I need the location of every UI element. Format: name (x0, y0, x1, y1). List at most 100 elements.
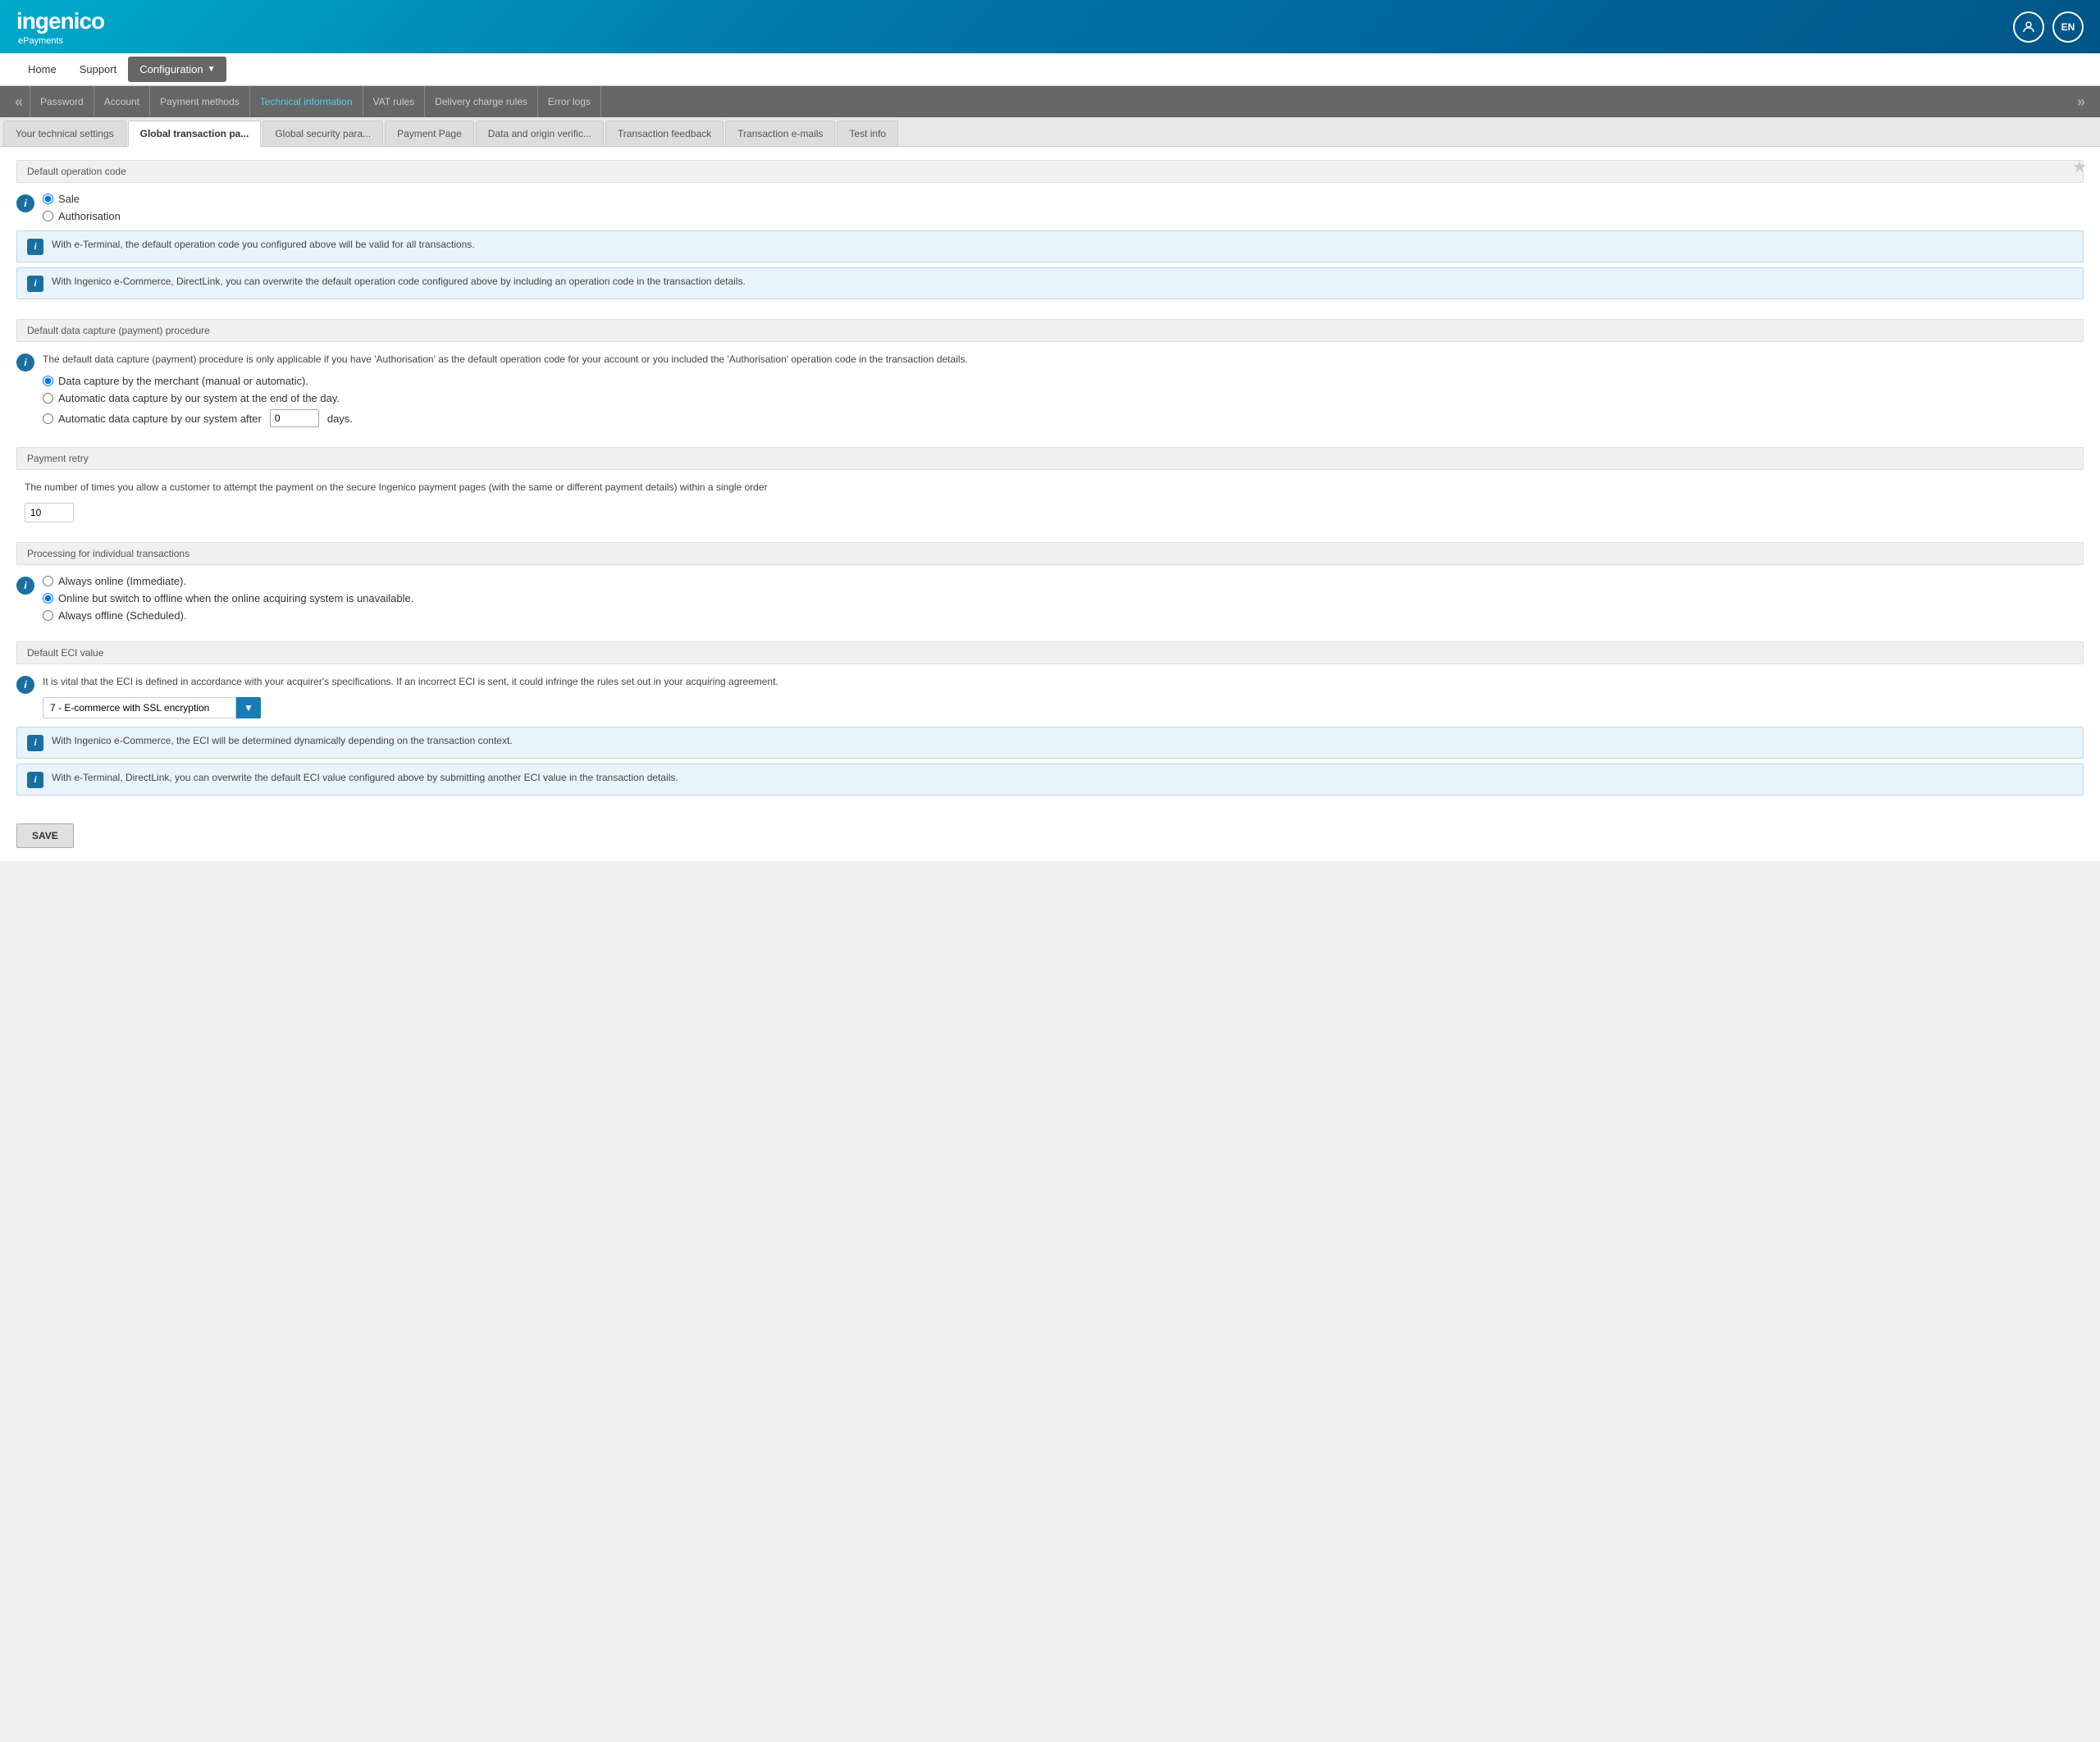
main-content: ★ Default operation code i Sale Authoris… (0, 147, 2100, 861)
info-box-icon-eci-2: i (27, 772, 43, 788)
info-icon-processing: i (16, 577, 34, 595)
eci-select-wrapper: 7 - E-commerce with SSL encryption 0 - S… (43, 697, 778, 718)
tab-payment-page[interactable]: Payment Page (385, 121, 474, 146)
radio-always-online-input[interactable] (43, 576, 53, 586)
language-button[interactable]: EN (2052, 11, 2084, 43)
info-box-text-2: With Ingenico e-Commerce, DirectLink, yo… (52, 275, 746, 289)
nav-home[interactable]: Home (16, 57, 68, 82)
radio-sale-input[interactable] (43, 194, 53, 204)
info-box-eci-1: i With Ingenico e-Commerce, the ECI will… (16, 727, 2084, 759)
save-button[interactable]: SAVE (16, 823, 74, 848)
section-eci: Default ECI value i It is vital that the… (16, 641, 2084, 796)
section-header-payment-retry: Payment retry (16, 447, 2084, 470)
info-box-text-1: With e-Terminal, the default operation c… (52, 238, 475, 252)
eci-select[interactable]: 7 - E-commerce with SSL encryption 0 - S… (43, 697, 236, 718)
eci-select-dropdown-btn[interactable]: ▼ (236, 697, 261, 718)
sub-nav-right-arrow[interactable]: » (2070, 93, 2092, 111)
sub-nav-payment-methods[interactable]: Payment methods (150, 86, 250, 117)
radio-auto-capture-day[interactable]: Automatic data capture by our system at … (43, 392, 968, 404)
radio-online-switch-input[interactable] (43, 593, 53, 604)
info-box-icon-1: i (27, 239, 43, 255)
data-capture-row: i The default data capture (payment) pro… (16, 352, 2084, 427)
eci-row: i It is vital that the ECI is defined in… (16, 674, 2084, 718)
radio-always-offline-label: Always offline (Scheduled). (58, 609, 187, 622)
radio-sale[interactable]: Sale (43, 193, 121, 205)
info-box-icon-eci-1: i (27, 735, 43, 751)
tab-your-technical-settings[interactable]: Your technical settings (3, 121, 126, 146)
data-capture-radio-group: Data capture by the merchant (manual or … (43, 375, 968, 427)
info-box-eci-2: i With e-Terminal, DirectLink, you can o… (16, 764, 2084, 796)
info-icon-eci: i (16, 676, 34, 694)
section-processing: Processing for individual transactions i… (16, 542, 2084, 622)
payment-retry-input[interactable] (25, 503, 74, 522)
nav-support[interactable]: Support (68, 57, 129, 82)
tab-data-origin[interactable]: Data and origin verific... (476, 121, 604, 146)
tab-global-security[interactable]: Global security para... (262, 121, 383, 146)
tab-global-transaction[interactable]: Global transaction pa... (128, 121, 262, 147)
sub-nav-items: Password Account Payment methods Technic… (30, 86, 2070, 117)
tab-transaction-feedback[interactable]: Transaction feedback (605, 121, 724, 146)
sub-nav: « Password Account Payment methods Techn… (0, 86, 2100, 117)
radio-authorisation[interactable]: Authorisation (43, 210, 121, 222)
data-capture-description: The default data capture (payment) proce… (43, 352, 968, 367)
section-header-processing: Processing for individual transactions (16, 542, 2084, 565)
radio-auto-capture-after[interactable]: Automatic data capture by our system aft… (43, 409, 968, 427)
processing-radio-group: Always online (Immediate). Online but sw… (43, 575, 413, 622)
info-icon-data-capture: i (16, 353, 34, 372)
radio-always-offline-input[interactable] (43, 610, 53, 621)
radio-merchant-capture-input[interactable] (43, 376, 53, 386)
radio-always-online[interactable]: Always online (Immediate). (43, 575, 413, 587)
favorite-star-button[interactable]: ★ (2072, 157, 2087, 177)
logo: ingenico (16, 8, 104, 34)
sub-nav-technical-info[interactable]: Technical information (250, 86, 363, 117)
info-box-eterminal: i With e-Terminal, the default operation… (16, 230, 2084, 262)
payment-retry-content: The number of times you allow a customer… (16, 480, 2084, 522)
sub-nav-left-arrow[interactable]: « (8, 93, 30, 111)
section-header-eci: Default ECI value (16, 641, 2084, 664)
radio-auto-capture-after-label: Automatic data capture by our system aft… (58, 413, 262, 425)
default-op-row: i Sale Authorisation (16, 193, 2084, 222)
info-box-text-eci-2: With e-Terminal, DirectLink, you can ove… (52, 771, 678, 785)
radio-auto-capture-day-input[interactable] (43, 393, 53, 404)
info-icon-default-op: i (16, 194, 34, 212)
logo-area: ingenico ePayments (16, 8, 104, 46)
radio-merchant-capture-label: Data capture by the merchant (manual or … (58, 375, 308, 387)
user-icon-button[interactable] (2013, 11, 2044, 43)
default-op-radio-group: Sale Authorisation (43, 193, 121, 222)
tabs-bar: Your technical settings Global transacti… (0, 117, 2100, 147)
sub-nav-account[interactable]: Account (94, 86, 150, 117)
nav-bar: Home Support Configuration ▼ (0, 53, 2100, 86)
radio-online-switch[interactable]: Online but switch to offline when the on… (43, 592, 413, 604)
radio-auto-capture-day-label: Automatic data capture by our system at … (58, 392, 340, 404)
radio-authorisation-label: Authorisation (58, 210, 121, 222)
sub-nav-password[interactable]: Password (30, 86, 94, 117)
info-box-icon-2: i (27, 276, 43, 292)
header-icons: EN (2013, 11, 2084, 43)
tab-test-info[interactable]: Test info (837, 121, 898, 146)
language-label: EN (2061, 21, 2075, 33)
processing-row: i Always online (Immediate). Online but … (16, 575, 2084, 622)
days-suffix: days. (327, 413, 353, 425)
sub-nav-delivery[interactable]: Delivery charge rules (425, 86, 538, 117)
config-dropdown-arrow: ▼ (208, 65, 216, 74)
data-capture-content: The default data capture (payment) proce… (43, 352, 968, 427)
sub-nav-vat-rules[interactable]: VAT rules (363, 86, 426, 117)
info-box-directlink: i With Ingenico e-Commerce, DirectLink, … (16, 267, 2084, 299)
logo-sub: ePayments (18, 36, 104, 46)
radio-auto-capture-after-input[interactable] (43, 413, 53, 424)
days-input[interactable] (270, 409, 319, 427)
radio-always-online-label: Always online (Immediate). (58, 575, 186, 587)
section-default-operation-code: Default operation code i Sale Authorisat… (16, 160, 2084, 299)
nav-configuration[interactable]: Configuration ▼ (128, 57, 226, 82)
payment-retry-description: The number of times you allow a customer… (25, 480, 2084, 495)
header: ingenico ePayments EN (0, 0, 2100, 53)
radio-always-offline[interactable]: Always offline (Scheduled). (43, 609, 413, 622)
tab-transaction-emails[interactable]: Transaction e-mails (725, 121, 835, 146)
section-payment-retry: Payment retry The number of times you al… (16, 447, 2084, 522)
section-data-capture: Default data capture (payment) procedure… (16, 319, 2084, 427)
sub-nav-error-logs[interactable]: Error logs (538, 86, 601, 117)
radio-merchant-capture[interactable]: Data capture by the merchant (manual or … (43, 375, 968, 387)
radio-online-switch-label: Online but switch to offline when the on… (58, 592, 413, 604)
eci-content: It is vital that the ECI is defined in a… (43, 674, 778, 718)
radio-authorisation-input[interactable] (43, 211, 53, 221)
